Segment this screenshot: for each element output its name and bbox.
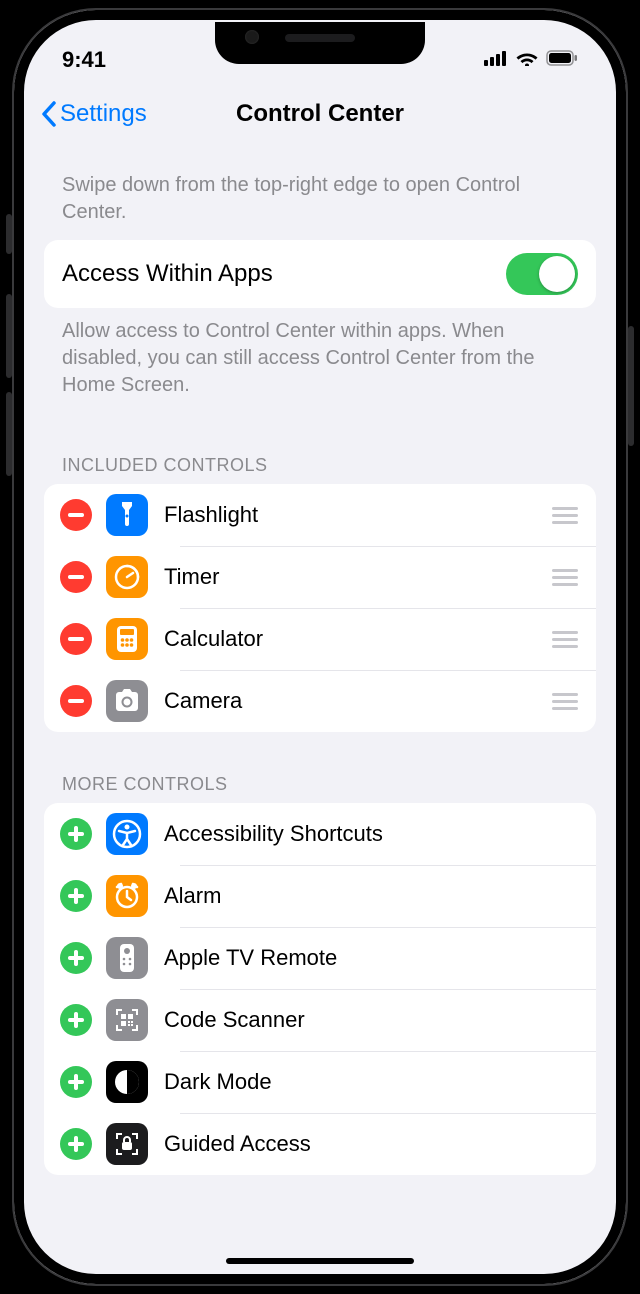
control-label: Timer xyxy=(164,564,550,590)
add-button[interactable] xyxy=(60,1128,92,1160)
remove-button[interactable] xyxy=(60,685,92,717)
control-label: Code Scanner xyxy=(164,1007,580,1033)
home-indicator[interactable] xyxy=(226,1258,414,1264)
alarm-icon xyxy=(106,875,148,917)
reorder-handle[interactable] xyxy=(550,507,580,524)
more-row-alarm: Alarm xyxy=(44,865,596,927)
add-button[interactable] xyxy=(60,942,92,974)
included-row-timer: Timer xyxy=(44,546,596,608)
more-row-accessibility: Accessibility Shortcuts xyxy=(44,803,596,865)
calculator-icon xyxy=(106,618,148,660)
nav-bar: Settings Control Center xyxy=(26,86,614,142)
more-row-darkmode: Dark Mode xyxy=(44,1051,596,1113)
flashlight-icon xyxy=(106,494,148,536)
add-button[interactable] xyxy=(60,880,92,912)
access-within-apps-toggle[interactable] xyxy=(506,253,578,295)
cellular-icon xyxy=(484,50,508,71)
control-label: Guided Access xyxy=(164,1131,580,1157)
notch xyxy=(215,22,425,64)
included-row-camera: Camera xyxy=(44,670,596,732)
access-within-apps-label: Access Within Apps xyxy=(62,260,506,288)
add-button[interactable] xyxy=(60,1066,92,1098)
darkmode-icon xyxy=(106,1061,148,1103)
more-row-tvremote: Apple TV Remote xyxy=(44,927,596,989)
status-time: 9:41 xyxy=(62,35,106,73)
back-button[interactable]: Settings xyxy=(40,100,147,128)
screen: 9:41 Settings Control Center Swip xyxy=(26,22,614,1272)
reorder-handle[interactable] xyxy=(550,693,580,710)
more-controls-header: More Controls xyxy=(44,732,596,803)
chevron-left-icon xyxy=(40,100,58,128)
control-label: Flashlight xyxy=(164,502,550,528)
tvremote-icon xyxy=(106,937,148,979)
qr-icon xyxy=(106,999,148,1041)
included-controls-header: Included Controls xyxy=(44,413,596,484)
remove-button[interactable] xyxy=(60,561,92,593)
control-label: Apple TV Remote xyxy=(164,945,580,971)
access-footer: Allow access to Control Center within ap… xyxy=(44,308,596,413)
top-hint: Swipe down from the top-right edge to op… xyxy=(44,142,596,240)
back-label: Settings xyxy=(60,100,147,128)
reorder-handle[interactable] xyxy=(550,569,580,586)
wifi-icon xyxy=(516,50,538,71)
remove-button[interactable] xyxy=(60,499,92,531)
more-row-guided: Guided Access xyxy=(44,1113,596,1175)
control-label: Accessibility Shortcuts xyxy=(164,821,580,847)
included-row-flashlight: Flashlight xyxy=(44,484,596,546)
camera-icon xyxy=(106,680,148,722)
control-label: Calculator xyxy=(164,626,550,652)
included-controls-list: Flashlight Timer Calculator Camera xyxy=(44,484,596,732)
content-scroll[interactable]: Swipe down from the top-right edge to op… xyxy=(26,142,614,1272)
add-button[interactable] xyxy=(60,1004,92,1036)
control-label: Alarm xyxy=(164,883,580,909)
control-label: Dark Mode xyxy=(164,1069,580,1095)
access-card: Access Within Apps xyxy=(44,240,596,308)
control-label: Camera xyxy=(164,688,550,714)
phone-frame: 9:41 Settings Control Center Swip xyxy=(12,8,628,1286)
power-button xyxy=(628,326,634,446)
guided-icon xyxy=(106,1123,148,1165)
battery-icon xyxy=(546,50,578,71)
accessibility-icon xyxy=(106,813,148,855)
timer-icon xyxy=(106,556,148,598)
access-within-apps-row: Access Within Apps xyxy=(44,240,596,308)
remove-button[interactable] xyxy=(60,623,92,655)
reorder-handle[interactable] xyxy=(550,631,580,648)
add-button[interactable] xyxy=(60,818,92,850)
more-controls-list: Accessibility Shortcuts Alarm Apple TV Rem… xyxy=(44,803,596,1175)
included-row-calculator: Calculator xyxy=(44,608,596,670)
more-row-qr: Code Scanner xyxy=(44,989,596,1051)
